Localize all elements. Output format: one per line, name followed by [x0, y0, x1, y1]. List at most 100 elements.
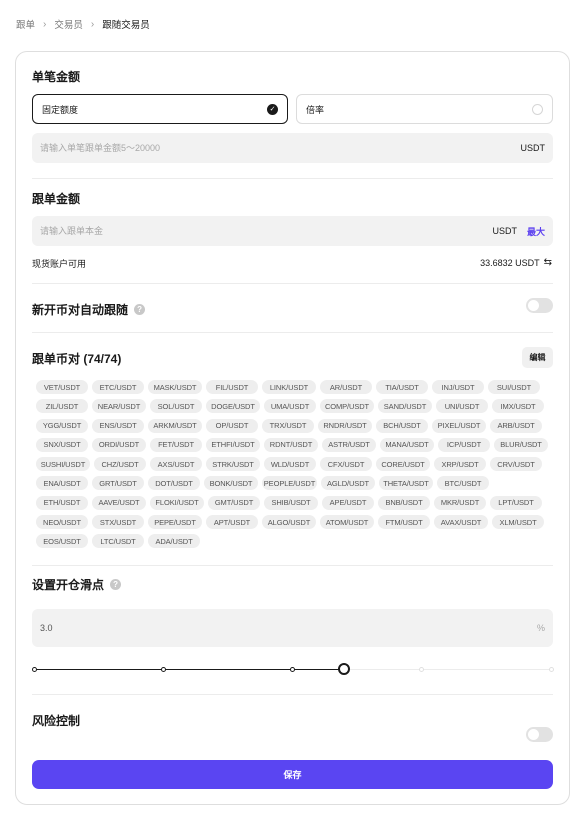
pairs-list: VET/USDT ETC/USDT MASK/USDT FIL/USDT LINK/US… — [36, 380, 561, 554]
pair-chip: XLM/USDT — [492, 515, 544, 530]
single-amount-input[interactable] — [40, 143, 521, 153]
pair-chip: DOGE/USDT — [206, 399, 260, 414]
pair-chip: TRX/USDT — [262, 418, 314, 433]
pair-chip: FTM/USDT — [378, 515, 430, 530]
slippage-title: 设置开仓滑点 ? — [32, 576, 122, 593]
fixed-amount-label: 固定额度 — [42, 104, 79, 115]
divider — [32, 283, 553, 284]
pair-chip: RNDR/USDT — [318, 418, 372, 433]
divider — [32, 565, 553, 566]
pair-chip: ETH/USDT — [36, 495, 88, 510]
pair-chip: BTC/USDT — [437, 476, 489, 491]
pair-chip: LPT/USDT — [490, 495, 542, 510]
pair-chip: SAND/USDT — [378, 399, 432, 414]
pair-chip: ICP/USDT — [438, 437, 490, 452]
pair-chip: AAVE/USDT — [92, 495, 146, 510]
follow-amount-title: 跟单金额 — [32, 192, 81, 206]
pair-chip: MASK/USDT — [148, 380, 202, 394]
slider-stop[interactable] — [160, 666, 166, 672]
pair-chip: CORE/USDT — [376, 457, 430, 472]
follow-amount-unit: USDT — [492, 226, 517, 236]
save-button[interactable]: 保存 — [32, 760, 553, 789]
edit-pairs-button[interactable]: 编辑 — [522, 347, 553, 368]
pair-chip: GMT/USDT — [208, 495, 260, 510]
multiplier-option[interactable]: 倍率 — [296, 94, 553, 124]
check-circle-icon: ✓ — [267, 103, 278, 115]
pair-chip: SNX/USDT — [36, 437, 88, 452]
pair-chip: AGLD/USDT — [321, 476, 375, 491]
slippage-value[interactable]: 3.0 — [40, 623, 53, 633]
slippage-field: 3.0 % — [32, 609, 553, 647]
breadcrumb-item-follow-trader: 跟随交易员 — [102, 20, 150, 31]
pair-chip: THETA/USDT — [379, 476, 433, 491]
pair-chip: CHZ/USDT — [94, 457, 146, 472]
pair-chip: CRV/USDT — [490, 457, 542, 472]
slippage-slider[interactable] — [31, 662, 554, 676]
pair-chip: ARB/USDT — [490, 418, 542, 433]
pair-chip: TIA/USDT — [376, 380, 428, 394]
pair-chip: FIL/USDT — [206, 380, 258, 394]
slider-thumb[interactable] — [338, 663, 351, 675]
single-amount-unit: USDT — [520, 143, 546, 153]
pair-chip: DOT/USDT — [148, 476, 200, 491]
pair-chip: XRP/USDT — [434, 457, 486, 472]
pair-chip: SUSHI/USDT — [36, 457, 90, 472]
max-button[interactable]: 最大 — [527, 225, 545, 238]
breadcrumb-item-traders[interactable]: 交易员 — [54, 17, 83, 31]
chevron-right-icon: › — [43, 18, 47, 30]
toggle-knob — [528, 729, 539, 740]
pair-chip: AXS/USDT — [150, 457, 202, 472]
pair-chip: VET/USDT — [36, 380, 88, 394]
swap-icon[interactable]: ⇆ — [544, 257, 552, 268]
help-icon[interactable]: ? — [134, 304, 146, 315]
risk-control-toggle[interactable] — [526, 727, 553, 742]
pair-chip: UNI/USDT — [436, 399, 488, 414]
pair-chip: INJ/USDT — [432, 380, 484, 394]
pair-chip: IMX/USDT — [492, 399, 544, 414]
pair-chip: ENA/USDT — [36, 476, 88, 491]
pair-chip: BNB/USDT — [378, 495, 430, 510]
pair-chip: ATOM/USDT — [320, 515, 374, 530]
fixed-amount-option[interactable]: 固定额度 ✓ — [32, 94, 288, 124]
pair-chip: LINK/USDT — [262, 380, 316, 394]
slider-fill — [34, 669, 345, 670]
follow-amount-input[interactable] — [40, 226, 493, 236]
auto-follow-toggle[interactable] — [526, 298, 553, 313]
divider — [32, 332, 553, 333]
slider-stop[interactable] — [31, 666, 37, 672]
pair-chip: ZIL/USDT — [36, 399, 88, 414]
pair-chip: ADA/USDT — [148, 534, 200, 549]
pair-chip: PEPE/USDT — [148, 515, 202, 530]
pair-chip: ETC/USDT — [92, 380, 144, 394]
auto-follow-title: 新开币对自动跟随 ? — [32, 301, 146, 318]
slider-stop[interactable] — [290, 666, 295, 672]
auto-follow-label: 新开币对自动跟随 — [32, 303, 129, 317]
pair-chip: BONK/USDT — [204, 476, 258, 491]
pair-chip: PEOPLE/USDT — [262, 476, 317, 491]
pair-chip: RDNT/USDT — [264, 437, 318, 452]
radio-empty-icon — [532, 103, 543, 115]
pair-chip: NEAR/USDT — [92, 399, 146, 414]
breadcrumb-item-copy-trading[interactable]: 跟单 — [16, 17, 35, 31]
pair-chip: BCH/USDT — [376, 418, 428, 433]
multiplier-label: 倍率 — [306, 104, 325, 115]
pair-chip: EOS/USDT — [36, 534, 88, 549]
single-amount-field: USDT — [32, 133, 553, 163]
follow-settings-card: 单笔金额 固定额度 ✓ 倍率 USDT 跟单金额 USDT 最大 现货账户可用 … — [15, 51, 570, 805]
pair-chip: ARKM/USDT — [148, 418, 202, 433]
divider — [32, 694, 553, 695]
slippage-unit: % — [536, 623, 545, 633]
pair-chip: ETHFI/USDT — [206, 437, 260, 452]
pair-chip: APT/USDT — [206, 515, 258, 530]
slider-stop[interactable] — [548, 666, 554, 672]
risk-control-title: 风险控制 — [32, 714, 81, 728]
pair-chip: STRK/USDT — [206, 457, 260, 472]
pair-chip: COMP/USDT — [320, 399, 374, 414]
pair-chip: PIXEL/USDT — [432, 418, 486, 433]
pair-chip: SOL/USDT — [150, 399, 202, 414]
slider-stop[interactable] — [419, 666, 425, 672]
divider — [32, 178, 553, 179]
pair-chip: MKR/USDT — [434, 495, 486, 510]
pair-chip: OP/USDT — [206, 418, 258, 433]
help-icon[interactable]: ? — [110, 579, 122, 590]
